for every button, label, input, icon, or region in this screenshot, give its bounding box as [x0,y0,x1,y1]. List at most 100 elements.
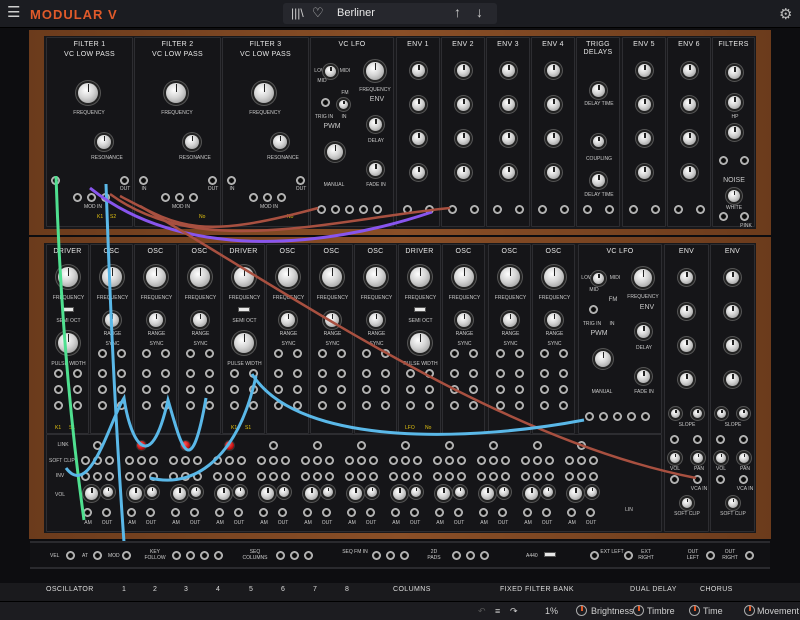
key-follow-jack[interactable] [214,551,223,560]
inv-jack[interactable] [137,472,146,481]
osc-jack[interactable] [98,369,107,378]
osc-jack[interactable] [515,369,524,378]
hamburger-icon[interactable]: ☰ [7,5,23,20]
env-jack[interactable] [425,205,434,214]
osc-jack[interactable] [186,369,195,378]
inv-jack[interactable] [225,472,234,481]
lfo-out-jack[interactable] [641,412,650,421]
inv-jack[interactable] [445,472,454,481]
out-jack[interactable] [322,508,331,517]
out-jack[interactable] [208,176,217,185]
inv-jack[interactable] [501,472,510,481]
inv-jack[interactable] [105,472,114,481]
env-jack[interactable] [493,205,502,214]
heart-icon[interactable]: ♡ [312,5,324,21]
softclip-jack[interactable] [237,456,246,465]
attack-knob[interactable] [680,271,693,284]
env-jack[interactable] [716,435,725,444]
softclip-jack[interactable] [533,456,542,465]
fade-in-knob[interactable] [369,163,382,176]
out-right-jack[interactable] [745,551,754,560]
inv-jack[interactable] [457,472,466,481]
osc-jack[interactable] [450,401,459,410]
macro-brightness-label[interactable]: Brightness [591,606,634,616]
seq-columns-jack[interactable] [276,551,285,560]
lfo-out-jack[interactable] [359,205,368,214]
vol-knob[interactable] [323,487,333,497]
softclip-jack[interactable] [93,456,102,465]
osc-jack[interactable] [54,385,63,394]
osc-jack[interactable] [117,369,126,378]
pink-noise-jack[interactable] [740,212,749,221]
sync-jack[interactable] [142,349,151,358]
arrow-up-icon[interactable]: ↑ [454,4,461,20]
vol-knob[interactable] [670,453,680,463]
link-jack[interactable] [533,441,542,450]
osc-jack[interactable] [406,369,415,378]
osc-jack[interactable] [142,369,151,378]
tab-4[interactable]: 4 [216,586,220,593]
osc-jack[interactable] [293,369,302,378]
inv-jack[interactable] [533,472,542,481]
osc-jack[interactable] [318,369,327,378]
decay-knob[interactable] [726,305,739,318]
macro-movement-label[interactable]: Movement [757,606,799,616]
vol-knob[interactable] [499,487,509,497]
decay-knob[interactable] [683,98,696,111]
seq-fm-jack[interactable] [372,551,381,560]
sync-jack[interactable] [337,349,346,358]
brightness-macro-icon[interactable] [576,605,587,616]
mod-in-jack[interactable] [101,193,110,202]
softclip-jack[interactable] [313,456,322,465]
osc-jack[interactable] [117,401,126,410]
out-jack[interactable] [146,508,155,517]
in-jack[interactable] [670,475,679,484]
release-knob[interactable] [683,166,696,179]
decay-knob[interactable] [412,98,425,111]
env-knob[interactable] [369,118,382,131]
am-jack[interactable] [83,508,92,517]
in-jack[interactable] [51,176,60,185]
am-jack[interactable] [523,508,532,517]
osc-jack[interactable] [496,385,505,394]
tab-8[interactable]: 8 [345,586,349,593]
pan-knob[interactable] [693,453,703,463]
decay-knob[interactable] [680,305,693,318]
sync-jack[interactable] [496,349,505,358]
inv-jack[interactable] [237,472,246,481]
range-knob[interactable] [325,313,339,327]
softclip-jack[interactable] [477,456,486,465]
out-jack[interactable] [120,176,129,185]
frequency-knob[interactable] [234,267,254,287]
env-jack[interactable] [470,205,479,214]
vol-knob[interactable] [716,453,726,463]
softclip-jack[interactable] [565,456,574,465]
range-knob[interactable] [547,313,561,327]
softclip-jack[interactable] [213,456,222,465]
fade-in-knob[interactable] [637,370,650,383]
attack-knob[interactable] [547,64,560,77]
lfo-range-selector[interactable] [593,273,604,284]
inv-jack[interactable] [389,472,398,481]
release-knob[interactable] [457,166,470,179]
softclip-jack[interactable] [369,456,378,465]
a440-switch[interactable] [544,552,556,557]
osc-jack[interactable] [425,401,434,410]
tab-3[interactable]: 3 [184,586,188,593]
sustain-knob[interactable] [547,132,560,145]
out-jack[interactable] [366,508,375,517]
attack-knob[interactable] [412,64,425,77]
link-jack[interactable] [313,441,322,450]
am-jack[interactable] [303,508,312,517]
sustain-knob[interactable] [412,132,425,145]
tab-2[interactable]: 2 [153,586,157,593]
inv-jack[interactable] [169,472,178,481]
frequency-knob[interactable] [58,267,78,287]
vol-knob[interactable] [217,487,230,500]
link-jack[interactable] [445,441,454,450]
vol-knob[interactable] [279,487,289,497]
library-icon[interactable]: |||\ [291,6,304,20]
osc-jack[interactable] [117,385,126,394]
softclip-jack[interactable] [357,456,366,465]
osc-jack[interactable] [274,369,283,378]
